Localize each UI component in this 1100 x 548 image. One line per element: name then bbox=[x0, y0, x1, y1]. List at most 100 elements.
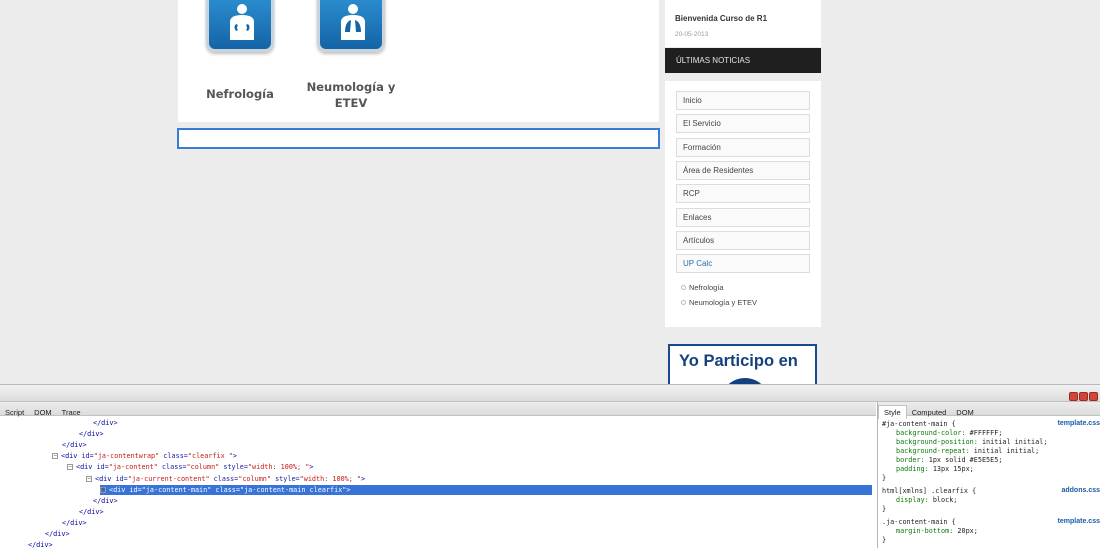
news-title[interactable]: Bienvenida Curso de R1 bbox=[675, 14, 767, 23]
css-source-link[interactable]: addons.css bbox=[1061, 487, 1100, 494]
css-property-name: padding: bbox=[896, 465, 933, 473]
css-property[interactable]: border: 1px solid #E5E5E5; bbox=[882, 456, 1100, 465]
dom-node[interactable]: </div> bbox=[93, 418, 118, 428]
attribute-value: "ja-content" bbox=[108, 463, 158, 472]
participation-banner[interactable]: Yo Participo en bbox=[668, 344, 817, 384]
attribute-value: "ja-contentwrap" bbox=[93, 452, 160, 461]
dom-node[interactable]: </div> bbox=[28, 540, 53, 548]
dom-node[interactable]: </div> bbox=[62, 440, 87, 450]
closing-tag: </div> bbox=[93, 419, 118, 427]
dom-node[interactable]: </div> bbox=[79, 429, 104, 439]
css-property-value: 20px; bbox=[957, 527, 978, 535]
tab-dom-side[interactable]: DOM bbox=[951, 405, 979, 417]
css-property[interactable]: background-repeat: initial initial; bbox=[882, 447, 1100, 456]
collapse-icon[interactable]: − bbox=[86, 475, 92, 482]
css-rule: html[xmlns] .clearfix {addons.css display… bbox=[882, 487, 1100, 514]
css-property[interactable]: background-color: #FFFFFF; bbox=[882, 429, 1100, 438]
closing-tag: </div> bbox=[28, 541, 53, 548]
attribute-name: id= bbox=[77, 452, 94, 461]
detach-icon[interactable] bbox=[1079, 392, 1088, 401]
tag-end: > bbox=[346, 485, 351, 494]
css-rule-close: } bbox=[882, 536, 887, 544]
dom-node[interactable]: − <div id="ja-content" class="column" sty… bbox=[67, 462, 313, 472]
department-neumologia[interactable]: Neumología y ETEV bbox=[291, 0, 411, 111]
dom-node[interactable]: </div> bbox=[62, 518, 87, 528]
css-property[interactable]: padding: 13px 15px; bbox=[882, 465, 1100, 474]
css-source-link[interactable]: template.css bbox=[1058, 420, 1100, 427]
css-property[interactable]: background-position: initial initial; bbox=[882, 438, 1100, 447]
css-property-name: background-position: bbox=[896, 438, 982, 446]
devtools-tabs: Script DOM Trace bbox=[0, 402, 876, 417]
css-property-value: initial initial; bbox=[973, 447, 1040, 455]
style-sidebar-tabs: Style Computed DOM bbox=[878, 402, 1100, 419]
menu-item-area-residentes[interactable]: Área de Residentes bbox=[676, 161, 810, 180]
collapse-icon[interactable]: − bbox=[67, 464, 73, 471]
css-property[interactable]: display: block; bbox=[882, 496, 1100, 505]
css-rules-list: #ja-content-main {template.css background… bbox=[882, 420, 1100, 548]
tag-end: > bbox=[232, 452, 237, 461]
opening-tag: <div bbox=[76, 463, 93, 472]
bullet-icon bbox=[681, 285, 686, 290]
opening-tag: <div bbox=[95, 474, 112, 483]
latest-news-label: ÚLTIMAS NOTICIAS bbox=[676, 56, 751, 65]
attribute-value: "ja-content-main" bbox=[141, 485, 212, 494]
attribute-value: "clearfix " bbox=[187, 452, 233, 461]
department-nefrologia[interactable]: Nefrología bbox=[180, 0, 300, 102]
menu-item-formacion[interactable]: Formación bbox=[676, 138, 810, 157]
css-property[interactable]: margin-bottom: 20px; bbox=[882, 527, 1100, 536]
css-property-value: initial initial; bbox=[981, 438, 1048, 446]
news-date: 20-05-2013 bbox=[675, 31, 709, 38]
menu-item-articulos[interactable]: Artículos bbox=[676, 231, 810, 250]
opening-tag: <div bbox=[61, 452, 78, 461]
dom-node[interactable]: − <div id="ja-contentwrap" class="clearfi… bbox=[52, 451, 237, 461]
menu-item-el-servicio[interactable]: El Servicio bbox=[676, 114, 810, 133]
css-property-value: #FFFFFF; bbox=[969, 429, 1003, 437]
lungs-icon bbox=[317, 0, 385, 52]
closing-tag: </div> bbox=[62, 518, 87, 527]
dom-node[interactable]: </div> bbox=[93, 496, 118, 506]
tab-style[interactable]: Style bbox=[878, 405, 907, 419]
dom-node[interactable]: </div> bbox=[45, 529, 70, 539]
dom-node[interactable]: − <div id="ja-current-content" class="col… bbox=[86, 474, 365, 484]
collapse-icon[interactable]: − bbox=[52, 453, 58, 460]
expand-icon[interactable]: + bbox=[100, 486, 106, 493]
attribute-value: "ja-current-content" bbox=[127, 474, 210, 483]
menu-item-enlaces[interactable]: Enlaces bbox=[676, 208, 810, 227]
tag-end: > bbox=[361, 474, 366, 483]
closing-tag: </div> bbox=[79, 507, 104, 516]
department-label: Neumología y bbox=[306, 80, 396, 94]
tag-end: > bbox=[309, 463, 314, 472]
attribute-name: id= bbox=[111, 474, 128, 483]
tab-computed[interactable]: Computed bbox=[907, 405, 952, 417]
kidney-icon bbox=[206, 0, 274, 52]
attribute-name: class= bbox=[209, 474, 239, 483]
sidebar-menu: Inicio El Servicio Formación Área de Res… bbox=[665, 81, 821, 327]
attribute-name: id= bbox=[125, 485, 142, 494]
webpage-viewport: Nefrología Neumología y ETEV Bienvenida … bbox=[0, 0, 1100, 384]
attribute-name: class= bbox=[157, 463, 187, 472]
attribute-value: "column" bbox=[238, 474, 271, 483]
devtools-titlebar bbox=[0, 385, 1100, 402]
minimize-icon[interactable] bbox=[1069, 392, 1078, 401]
content-main-highlight[interactable] bbox=[177, 128, 660, 149]
menu-item-inicio[interactable]: Inicio bbox=[676, 91, 810, 110]
welcome-news-item[interactable]: Bienvenida Curso de R1 20-05-2013 bbox=[665, 0, 821, 47]
submenu-item-neumologia[interactable]: Neumología y ETEV bbox=[681, 298, 757, 307]
opening-tag: <div bbox=[109, 485, 126, 494]
closing-tag: </div> bbox=[93, 496, 118, 505]
dom-node[interactable]: </div> bbox=[79, 507, 104, 517]
css-property-value: 13px 15px; bbox=[932, 465, 974, 473]
close-icon[interactable] bbox=[1089, 392, 1098, 401]
submenu-label: Neumología y ETEV bbox=[689, 298, 757, 307]
attribute-name: style= bbox=[219, 463, 248, 472]
dom-tree[interactable]: </div> </div> </div> − <div id="ja-contentwr… bbox=[0, 416, 876, 548]
css-property-name: background-color: bbox=[896, 429, 970, 437]
submenu-item-nefrologia[interactable]: Nefrología bbox=[681, 283, 724, 292]
attribute-value: "width: 100%; " bbox=[247, 463, 310, 472]
menu-item-rcp[interactable]: RCP bbox=[676, 184, 810, 203]
css-property-value: block; bbox=[932, 496, 958, 504]
css-source-link[interactable]: template.css bbox=[1058, 518, 1100, 525]
latest-news-header: ÚLTIMAS NOTICIAS bbox=[665, 48, 821, 73]
menu-item-up-calc[interactable]: UP Calc bbox=[676, 254, 810, 273]
dom-node-selected[interactable]: + <div id="ja-content-main" class="ja-con… bbox=[100, 484, 872, 495]
